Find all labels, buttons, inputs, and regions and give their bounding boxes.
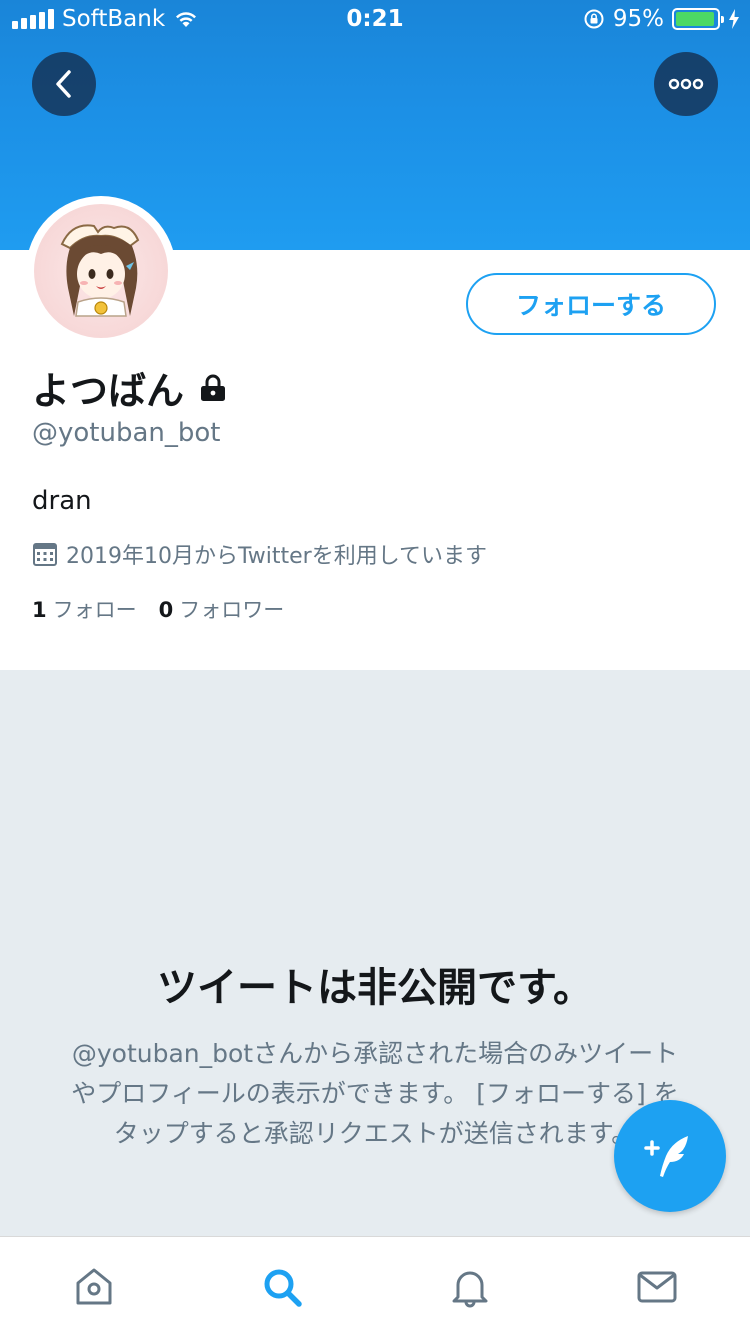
followers-stat[interactable]: 0 フォロワー (159, 594, 285, 624)
more-dots-icon (668, 78, 704, 90)
lock-icon (201, 374, 226, 401)
search-icon (264, 1269, 302, 1307)
tab-home[interactable] (70, 1265, 118, 1309)
tab-notifications[interactable] (446, 1265, 494, 1309)
private-description: @yotuban_botさんから承認された場合のみツイートやプロフィールの表示が… (71, 1039, 679, 1148)
compose-tweet-icon (644, 1136, 688, 1177)
more-options-button[interactable] (654, 52, 718, 116)
private-title: ツイートは非公開です。 (157, 965, 593, 1011)
following-count: 1 (32, 598, 47, 622)
avatar-image (60, 224, 140, 317)
tab-search[interactable] (258, 1265, 306, 1309)
followers-label: フォロワー (179, 598, 285, 622)
profile-handle: @yotuban_bot (32, 418, 221, 448)
calendar-icon (33, 543, 57, 566)
tab-messages[interactable] (633, 1265, 681, 1309)
name-row: よつばん (32, 360, 228, 415)
tab-bar (0, 1236, 750, 1334)
notifications-icon (452, 1271, 488, 1308)
profile-bio: dran (32, 486, 92, 516)
status-bar: SoftBank 0:21 95% (0, 0, 750, 40)
profile-name: よつばん (32, 369, 185, 413)
messages-icon (637, 1271, 677, 1303)
following-stat[interactable]: 1 フォロー (32, 594, 137, 624)
chevron-left-icon (56, 70, 71, 98)
profile-avatar[interactable] (26, 196, 176, 346)
joined-date: 2019年10月からTwitterを利用しています (32, 538, 487, 570)
battery-icon (672, 8, 724, 30)
follow-button[interactable]: フォローする (466, 273, 716, 335)
charging-icon (729, 9, 739, 29)
rotation-lock-icon (584, 9, 604, 29)
compose-tweet-button[interactable] (614, 1100, 726, 1212)
back-button[interactable] (32, 52, 96, 116)
following-label: フォロー (52, 598, 137, 622)
follow-stats: 1 フォロー 0 フォロワー (32, 594, 284, 624)
followers-count: 0 (158, 598, 174, 622)
battery-percent: 95% (612, 6, 664, 32)
joined-text: 2019年10月からTwitterを利用しています (66, 544, 488, 569)
home-icon (76, 1268, 112, 1305)
